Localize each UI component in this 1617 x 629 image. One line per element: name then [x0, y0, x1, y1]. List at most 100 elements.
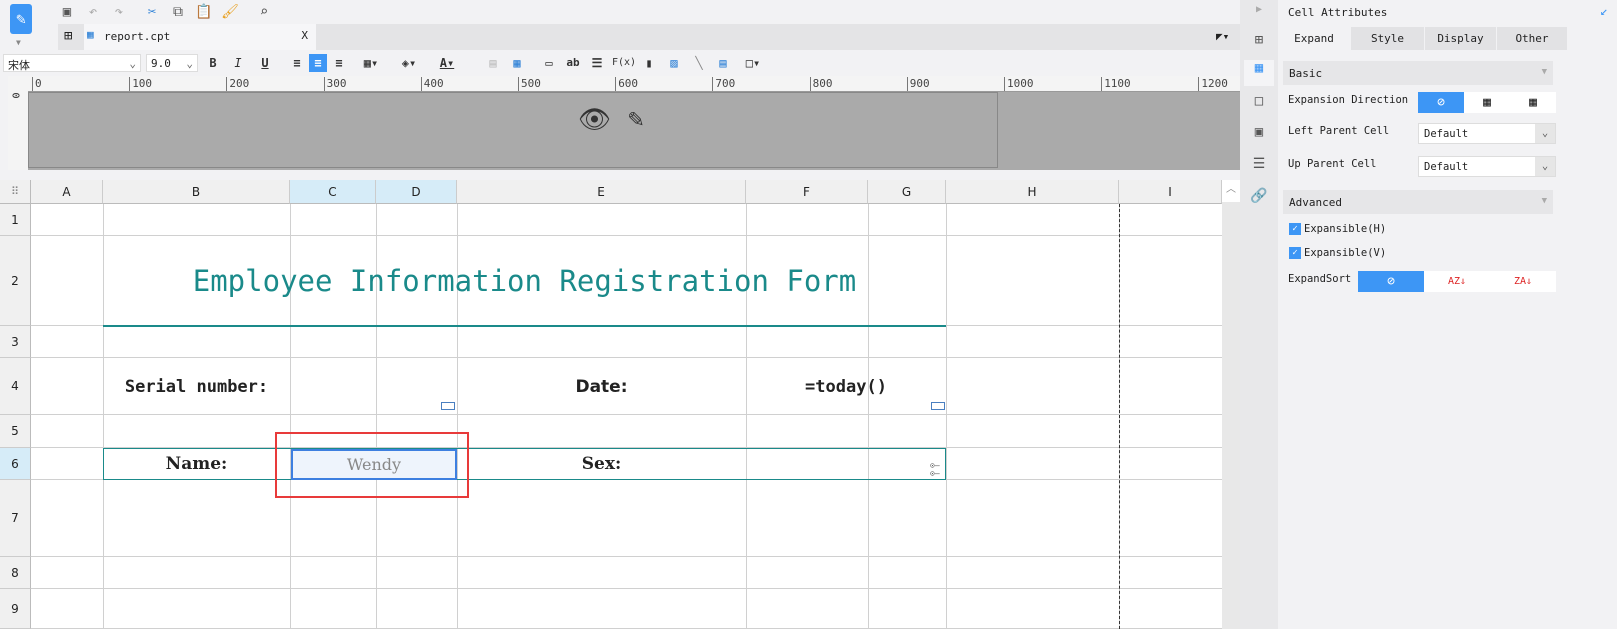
tab-display[interactable]: Display [1425, 27, 1496, 50]
sex-label[interactable]: Sex: [457, 448, 746, 480]
sub-report-icon[interactable]: ▤ [714, 54, 732, 72]
basic-section-header[interactable]: Basic ▼ [1283, 61, 1553, 85]
tab-close-button[interactable]: X [301, 29, 308, 42]
bold-button[interactable]: B [204, 54, 222, 72]
column-header-i[interactable]: I [1119, 180, 1222, 204]
row-header-6[interactable]: 6 [0, 448, 31, 480]
date-label[interactable]: Date: [457, 358, 746, 415]
dock-arrow-icon[interactable]: ↙ [1600, 4, 1608, 19]
date-formula[interactable]: =today() [746, 358, 946, 415]
column-header-d[interactable]: D [376, 180, 457, 204]
cell-border-icon[interactable]: □▾ [740, 54, 766, 72]
paste-icon[interactable]: 📋 [195, 4, 213, 20]
row-header-8[interactable]: 8 [0, 557, 31, 589]
select-all-icon[interactable]: ⠿ [0, 180, 31, 204]
row-header-9[interactable]: 9 [0, 589, 31, 629]
app-menu-chevron-icon[interactable]: ▼ [16, 38, 21, 47]
border-icon[interactable]: ▦▾ [362, 54, 380, 72]
ruler-tick-label: 700 [712, 77, 735, 91]
chevron-down-icon: ⌄ [1535, 157, 1555, 176]
column-header-h[interactable]: H [946, 180, 1119, 204]
left-parent-select[interactable]: Default ⌄ [1418, 123, 1556, 144]
scroll-up-icon[interactable]: ︿ [1222, 180, 1240, 202]
widget-icon[interactable]: ▣ [1250, 124, 1268, 142]
hide-eye-icon[interactable]: 👁 [578, 105, 611, 135]
sort-descending-icon[interactable]: ZA⇓ [1490, 271, 1556, 292]
column-header-b[interactable]: B [103, 180, 290, 204]
expansible-v-label: Expansible(V) [1304, 247, 1387, 259]
save-icon[interactable]: ▣ [58, 4, 76, 20]
expand-horizontal-button[interactable]: ▦ [1510, 92, 1556, 113]
tab-menu-icon[interactable]: ◤▾ [1216, 30, 1229, 43]
panel-title: Cell Attributes [1288, 6, 1388, 19]
copy-icon[interactable]: ⧉ [169, 4, 187, 20]
edit-pencil-icon[interactable]: ✎ [628, 104, 644, 134]
chart-icon[interactable]: ▮ [640, 54, 658, 72]
hyperlink-icon[interactable]: 🔗 [1250, 188, 1268, 206]
new-report-icon[interactable]: ⊞ [64, 28, 72, 44]
section-label: Advanced [1289, 196, 1342, 209]
radio-widget-icon: ⊙– ⊙– [930, 461, 940, 478]
column-header-a[interactable]: A [31, 180, 103, 204]
page-header-area[interactable] [28, 92, 998, 168]
sort-none-button[interactable]: ⊘ [1358, 271, 1424, 292]
widget-marker-icon [441, 402, 455, 410]
expand-vertical-button[interactable]: ▦ [1464, 92, 1510, 113]
row-header-3[interactable]: 3 [0, 326, 31, 358]
image-icon[interactable]: ▨ [665, 54, 683, 72]
row-header-5[interactable]: 5 [0, 415, 31, 448]
tab-style[interactable]: Style [1351, 27, 1424, 50]
serial-label[interactable]: Serial number: [103, 358, 290, 415]
font-size-select[interactable]: 9.0 ⌄ [146, 54, 198, 72]
up-parent-select[interactable]: Default ⌄ [1418, 156, 1556, 177]
row-header-4[interactable]: 4 [0, 358, 31, 415]
tab-expand[interactable]: Expand [1278, 27, 1350, 50]
text-field-icon[interactable]: ▭ [540, 54, 558, 72]
cut-icon[interactable]: ✂ [143, 4, 161, 20]
align-right-icon[interactable]: ≡ [330, 54, 348, 72]
fill-color-icon[interactable]: ◈▾ [400, 54, 418, 72]
tab-other[interactable]: Other [1497, 27, 1567, 50]
slash-icon[interactable]: ╲ [690, 54, 708, 72]
expansible-v-checkbox[interactable]: ✓ [1289, 247, 1301, 259]
collapse-arrow-icon[interactable]: ▶ [1250, 4, 1268, 22]
ruler-tick-label: 300 [323, 77, 346, 91]
condition-icon[interactable]: ☰ [1250, 156, 1268, 174]
template-icon[interactable]: ⊞ [1250, 32, 1268, 50]
column-header-c[interactable]: C [290, 180, 376, 204]
vertical-scrollbar[interactable]: ︿ [1222, 180, 1240, 629]
italic-button[interactable]: I [229, 54, 247, 72]
format-brush-icon[interactable]: 🖌 [221, 4, 239, 20]
column-header-f[interactable]: F [746, 180, 868, 204]
formula-button[interactable]: F(x) [612, 54, 636, 72]
undo-icon[interactable]: ↶ [84, 4, 102, 20]
merge-cells-icon[interactable]: ▤ [484, 54, 502, 72]
sort-ascending-icon[interactable]: AZ⇓ [1424, 271, 1490, 292]
column-header-g[interactable]: G [868, 180, 946, 204]
widget-marker-icon [931, 402, 945, 410]
tab-report[interactable]: ▦ report.cpt X [84, 24, 316, 50]
redo-icon[interactable]: ↷ [110, 4, 128, 20]
chevron-down-icon: ⌄ [186, 57, 193, 70]
form-title[interactable]: Employee Information Registration Form [103, 236, 946, 326]
font-color-icon[interactable]: A▾ [438, 54, 456, 72]
app-logo[interactable]: ✎ [10, 4, 32, 34]
column-header-e[interactable]: E [457, 180, 746, 204]
preview-icon[interactable]: ⌕ [255, 4, 273, 20]
text-ab-button[interactable]: ab [564, 54, 582, 72]
grid-icon[interactable]: ▦ [508, 54, 526, 72]
rich-text-icon[interactable]: ☰ [588, 54, 606, 72]
expansible-h-checkbox[interactable]: ✓ [1289, 223, 1301, 235]
align-left-icon[interactable]: ≡ [288, 54, 306, 72]
font-select[interactable]: 宋体 ⌄ [3, 54, 141, 72]
cell-element-icon[interactable]: □ [1250, 93, 1268, 111]
name-label[interactable]: Name: [103, 448, 290, 480]
expand-none-button[interactable]: ⊘ [1418, 92, 1464, 113]
row-header-1[interactable]: 1 [0, 204, 31, 236]
align-center-icon[interactable]: ≡ [309, 54, 327, 72]
underline-button[interactable]: U [256, 54, 274, 72]
row-header-2[interactable]: 2 [0, 236, 31, 326]
cell-attributes-icon[interactable]: ▦ [1244, 60, 1274, 86]
row-header-7[interactable]: 7 [0, 480, 31, 557]
advanced-section-header[interactable]: Advanced ▼ [1283, 190, 1553, 214]
